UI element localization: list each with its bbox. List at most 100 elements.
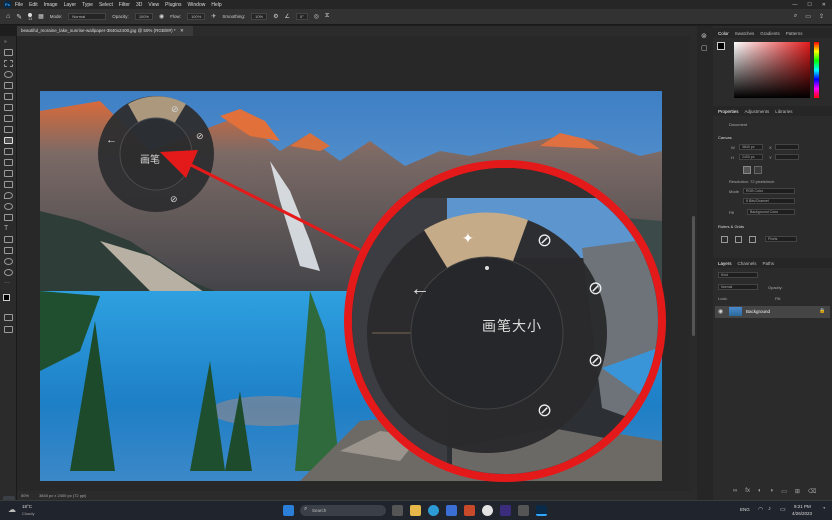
menu-help[interactable]: Help	[211, 2, 221, 8]
mask-icon[interactable]: ◐	[758, 488, 762, 495]
ruler-icon[interactable]	[721, 236, 728, 243]
grid-icon[interactable]	[735, 236, 742, 243]
radial-small-back-arrow-icon[interactable]: ←	[106, 134, 117, 146]
fx-icon[interactable]: fx	[745, 488, 750, 495]
close-icon[interactable]: ✕	[822, 2, 826, 8]
color-picker-field[interactable]	[734, 42, 810, 98]
layer-visibility-eye-icon[interactable]: ◉	[718, 308, 723, 315]
file-explorer-icon[interactable]	[410, 505, 421, 516]
new-layer-icon[interactable]: ⊞	[795, 488, 800, 495]
eraser-tool-icon[interactable]	[4, 170, 13, 177]
home-icon[interactable]: ⌂	[6, 13, 10, 20]
color-fg-swatch[interactable]	[717, 42, 725, 50]
edge-icon[interactable]	[428, 505, 439, 516]
color-mode-select[interactable]: RGB Color	[743, 188, 795, 194]
rulers-section-label[interactable]: Rulers & Grids	[718, 224, 744, 229]
portrait-orientation-icon[interactable]	[743, 166, 751, 174]
layer-blend-mode[interactable]: Normal	[718, 284, 758, 290]
zoom-level[interactable]: 50%	[21, 493, 29, 498]
pressure-opacity-icon[interactable]: ◉	[159, 13, 164, 20]
smoothing-input[interactable]: 10%	[251, 13, 268, 20]
link-layers-icon[interactable]: ∞	[733, 488, 737, 495]
workspace-icon[interactable]: ▭	[805, 13, 811, 20]
quick-mask-icon[interactable]	[4, 314, 13, 321]
eyedropper-tool-icon[interactable]	[4, 115, 13, 122]
premiere-icon[interactable]	[500, 505, 511, 516]
radial-back-arrow-icon[interactable]: ←	[410, 278, 430, 301]
height-field[interactable]: 2400 px	[739, 154, 763, 160]
tab-libraries[interactable]: Libraries	[775, 109, 792, 114]
task-view-icon[interactable]	[392, 505, 403, 516]
layer-row[interactable]: ◉ Background 🔒	[715, 306, 830, 318]
menu-image[interactable]: Image	[44, 2, 58, 8]
tab-adjustments[interactable]: Adjustments	[745, 109, 770, 114]
clock-date[interactable]: 4/26/2023	[792, 511, 812, 516]
hand-tool-icon[interactable]	[4, 258, 13, 265]
photoshop-taskbar-icon[interactable]	[536, 505, 547, 516]
wifi-icon[interactable]: ◠	[758, 506, 763, 513]
scrollbar-thumb[interactable]	[692, 216, 695, 336]
symmetry-icon[interactable]: ⧖	[325, 13, 329, 20]
weather-icon[interactable]: ☁	[8, 505, 16, 514]
radial-brush-size-icon[interactable]: ✦	[462, 230, 474, 247]
tab-layers[interactable]: Layers	[718, 261, 732, 266]
radial-brush-icon-3[interactable]: ⊘	[588, 350, 603, 371]
document-dimensions[interactable]: 3840 px x 2400 px (72 ppi)	[39, 493, 86, 498]
delete-layer-icon[interactable]: ⌫	[808, 488, 816, 495]
group-icon[interactable]: ▭	[781, 488, 787, 495]
rectangle-tool-icon[interactable]	[4, 247, 13, 254]
frame-tool-icon[interactable]	[4, 104, 13, 111]
store-icon[interactable]	[446, 505, 457, 516]
history-brush-tool-icon[interactable]	[4, 159, 13, 166]
office-icon[interactable]	[464, 505, 475, 516]
weather-desc[interactable]: Cloudy	[22, 511, 34, 516]
angle-icon[interactable]: ∠	[285, 13, 290, 20]
crop-tool-icon[interactable]	[4, 93, 13, 100]
canvas-section-label[interactable]: Canvas	[718, 135, 732, 140]
foreground-color-swatch[interactable]	[3, 294, 10, 301]
menu-file[interactable]: File	[15, 2, 23, 8]
tab-patterns[interactable]: Patterns	[786, 31, 803, 36]
brush-tool-active-icon[interactable]	[4, 137, 13, 144]
tab-properties[interactable]: Properties	[718, 109, 739, 114]
pen-tool-icon[interactable]	[4, 214, 13, 221]
screen-mode-icon[interactable]	[4, 326, 13, 333]
history-panel-icon[interactable]: ⊚	[701, 32, 707, 40]
tab-close-icon[interactable]: ✕	[180, 28, 184, 33]
menu-select[interactable]: Select	[99, 2, 113, 8]
opacity-input[interactable]: 100%	[134, 13, 154, 20]
marquee-tool-icon[interactable]	[4, 60, 13, 67]
menu-type[interactable]: Type	[82, 2, 93, 8]
airbrush-icon[interactable]: ✈	[211, 13, 216, 20]
battery-icon[interactable]: ▭	[780, 506, 786, 513]
lasso-tool-icon[interactable]	[4, 71, 13, 78]
menu-layer[interactable]: Layer	[64, 2, 77, 8]
flow-input[interactable]: 100%	[187, 13, 206, 20]
search-icon[interactable]: ⌕	[794, 13, 797, 20]
units-select[interactable]: Pixels	[765, 236, 797, 242]
angle-input[interactable]: 0°	[295, 13, 308, 20]
comments-panel-icon[interactable]: ▢	[701, 44, 708, 52]
y-field[interactable]	[775, 154, 799, 160]
maximize-icon[interactable]: ☐	[807, 2, 811, 8]
menu-3d[interactable]: 3D	[136, 2, 142, 8]
landscape-orientation-icon[interactable]	[754, 166, 762, 174]
move-tool-icon[interactable]	[4, 49, 13, 56]
path-select-tool-icon[interactable]	[4, 236, 13, 243]
minimize-icon[interactable]: —	[792, 2, 797, 8]
type-tool-icon[interactable]: T	[4, 225, 13, 232]
weather-temp[interactable]: 18°C	[22, 504, 32, 509]
zoom-tool-icon[interactable]	[4, 269, 13, 276]
tab-channels[interactable]: Channels	[738, 261, 757, 266]
radial-brush-icon-4[interactable]: ⊘	[537, 400, 552, 421]
brush-preset-picker[interactable]: 13	[28, 12, 33, 21]
smoothing-gear-icon[interactable]: ⚙	[273, 13, 278, 20]
clone-stamp-tool-icon[interactable]	[4, 148, 13, 155]
share-icon[interactable]: ⇪	[819, 13, 824, 20]
pressure-size-icon[interactable]: ◎	[314, 13, 319, 20]
volume-icon[interactable]: ♪	[768, 506, 771, 512]
tab-color[interactable]: Color	[718, 31, 729, 36]
menu-view[interactable]: View	[148, 2, 159, 8]
language-indicator[interactable]: ENG	[740, 507, 750, 512]
menu-filter[interactable]: Filter	[119, 2, 130, 8]
